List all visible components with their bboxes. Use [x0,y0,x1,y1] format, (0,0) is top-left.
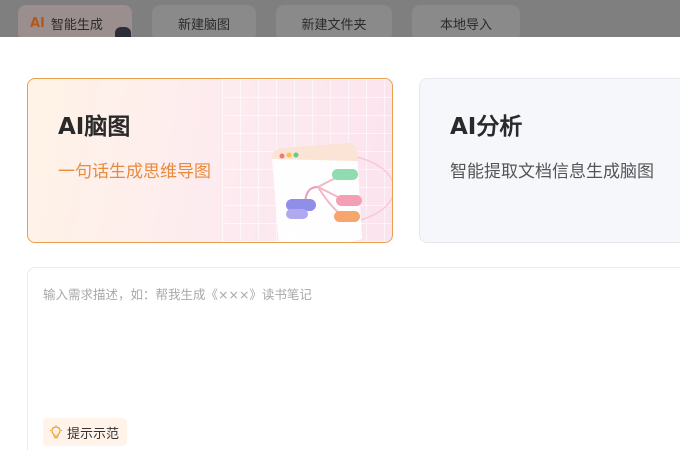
card-title: AI分析 [450,114,523,140]
tab-label: 智能生成 [50,17,103,33]
tab-label: 新建脑图 [177,17,230,33]
card-ai-analysis[interactable]: AI分析 智能提取文档信息生成脑图 [419,78,680,243]
top-tab-bar: AI 智能生成 新建脑图 新建文件夹 本地导入 [0,0,680,41]
ai-badge-icon: AI [30,15,45,31]
prompt-input[interactable] [43,284,663,404]
tab-new-folder[interactable]: 新建文件夹 [276,5,392,41]
hint-label: 提示示范 [67,426,120,442]
tab-label: 新建文件夹 [301,17,367,33]
app-window: AI 智能生成 新建脑图 新建文件夹 本地导入 AI脑图 一句话生成思维导图 A… [0,0,680,450]
card-subtitle: 智能提取文档信息生成脑图 [450,162,654,182]
main-panel: AI脑图 一句话生成思维导图 AI分析 智能提取文档信息生成脑图 输入需求描述，… [0,37,680,450]
lightbulb-icon [49,425,63,439]
avatar [115,27,131,37]
tab-local-import[interactable]: 本地导入 [412,5,520,41]
card-ai-mindmap[interactable]: AI脑图 一句话生成思维导图 [27,78,393,243]
mindmap-illustration-icon [272,142,392,242]
tab-label: 本地导入 [439,17,492,33]
tab-new-mindmap[interactable]: 新建脑图 [152,5,256,41]
prompt-input-box: 提示示范 [27,267,680,450]
hint-example-button[interactable]: 提示示范 [43,418,128,446]
